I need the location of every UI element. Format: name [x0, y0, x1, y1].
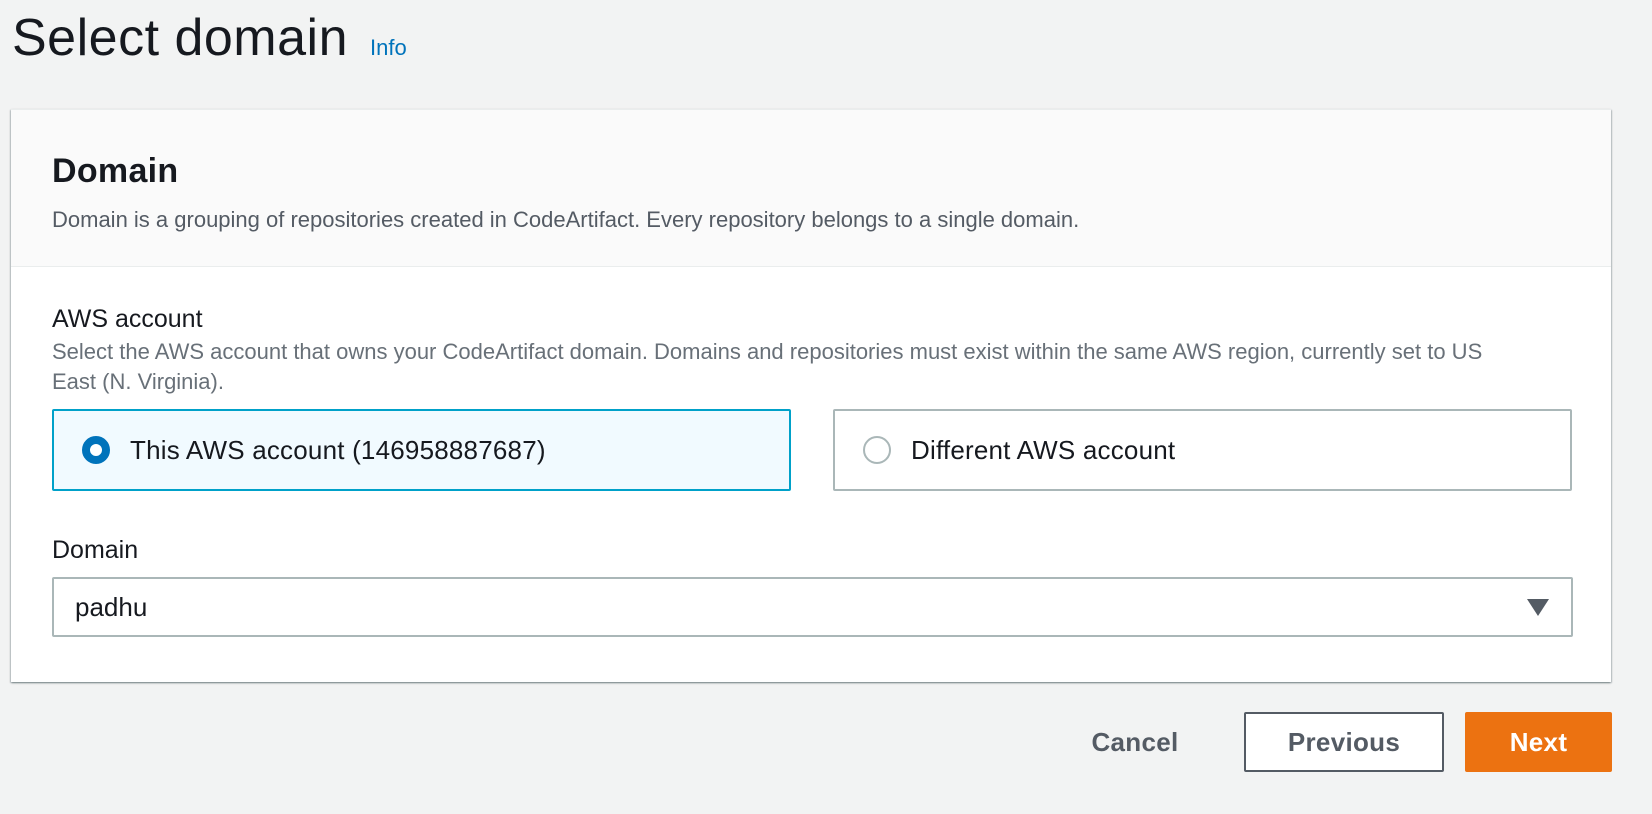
radio-different-aws-account[interactable]: Different AWS account: [833, 409, 1572, 491]
page-header: Select domain Info: [12, 2, 407, 74]
container-title: Domain: [52, 152, 179, 190]
previous-button[interactable]: Previous: [1244, 712, 1444, 772]
next-button[interactable]: Next: [1465, 712, 1612, 772]
aws-account-label: AWS account: [52, 305, 203, 333]
caret-down-icon[interactable]: [1527, 598, 1549, 616]
page-title: Select domain: [12, 9, 349, 67]
container-description: Domain is a grouping of repositories cre…: [52, 207, 1080, 232]
aws-account-description: Select the AWS account that owns your Co…: [52, 339, 1483, 394]
radio-this-aws-account[interactable]: This AWS account (146958887687): [52, 409, 791, 491]
aws-account-radio-group: This AWS account (146958887687) Differen…: [52, 409, 1572, 491]
info-link[interactable]: Info: [370, 35, 407, 61]
domain-select-value: padhu: [75, 591, 148, 622]
radio-selected-icon[interactable]: [82, 436, 110, 464]
radio-unselected-icon[interactable]: [863, 436, 891, 464]
container-header: Domain Domain is a grouping of repositor…: [11, 110, 1611, 267]
cancel-button[interactable]: Cancel: [1060, 712, 1210, 772]
domain-select[interactable]: padhu: [52, 577, 1573, 637]
container-body: AWS account Select the AWS account that …: [11, 267, 1611, 637]
domain-label: Domain: [52, 536, 139, 564]
radio-different-aws-account-label: Different AWS account: [911, 434, 1176, 465]
domain-container: Domain Domain is a grouping of repositor…: [11, 109, 1611, 682]
radio-this-aws-account-label: This AWS account (146958887687): [130, 434, 546, 465]
wizard-actions: Cancel Previous Next: [1060, 712, 1612, 772]
